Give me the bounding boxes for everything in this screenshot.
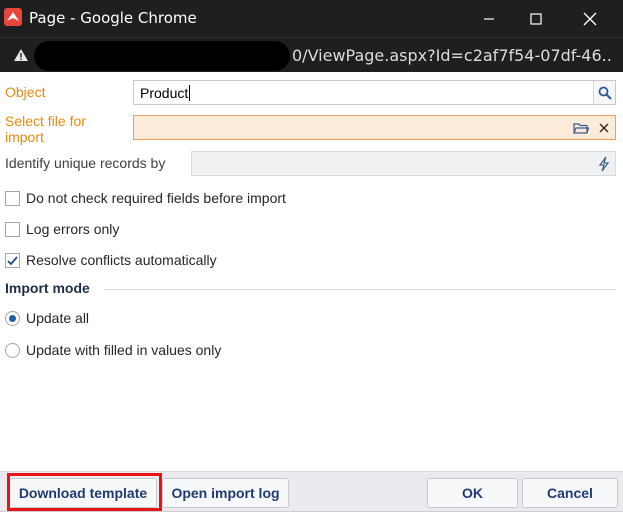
maximize-button[interactable] [513,0,559,37]
window-titlebar: Page - Google Chrome [0,0,623,37]
warning-icon [14,49,28,61]
checkmark-icon [7,255,18,265]
redacted-url-segment [34,41,290,71]
select-file-field[interactable] [133,115,616,140]
identify-label: Identify unique records by [5,155,166,171]
option-label: Log errors only [26,221,120,237]
option-label: Do not check required fields before impo… [26,190,286,206]
checkbox-resolve-conflicts[interactable] [5,252,20,268]
close-icon [583,12,597,25]
maximize-icon [530,12,542,25]
mode-update-all[interactable]: Update all [5,310,89,326]
option-resolve-conflicts[interactable]: Resolve conflicts automatically [5,252,217,268]
identify-picker-button[interactable] [593,152,615,175]
mode-label: Update with filled in values only [26,342,222,358]
app-logo-icon [4,8,22,26]
mode-update-filled[interactable]: Update with filled in values only [5,342,221,358]
browse-file-button[interactable] [570,116,592,139]
window-title: Page - Google Chrome [29,9,197,27]
select-file-label: Select file for import [5,113,86,145]
minimize-button[interactable] [466,0,512,37]
identify-field[interactable] [191,151,616,176]
open-import-log-button[interactable]: Open import log [162,478,289,508]
search-icon [598,86,612,100]
option-skip-required[interactable]: Do not check required fields before impo… [5,190,286,206]
cancel-button[interactable]: Cancel [522,478,618,508]
option-label: Resolve conflicts automatically [26,252,217,268]
highlight-box [7,473,162,511]
object-label: Object [5,84,46,100]
address-bar[interactable]: 0/ViewPage.aspx?Id=c2af7f54-07df-46... [0,37,623,72]
clear-x-icon [599,122,609,133]
radio-update-filled[interactable] [5,342,20,358]
minimize-icon [484,17,494,20]
import-mode-title: Import mode [5,280,90,296]
clear-file-button[interactable] [593,116,615,139]
ok-button[interactable]: OK [427,478,518,508]
close-window-button[interactable] [567,0,613,37]
checkbox-log-errors[interactable] [5,221,20,237]
lightning-icon [598,156,610,171]
radio-update-all[interactable] [5,310,20,326]
option-log-errors[interactable]: Log errors only [5,221,119,237]
folder-open-icon [573,122,589,134]
object-search-button[interactable] [593,81,615,104]
object-value: Product [140,85,191,101]
section-divider [104,289,616,290]
mode-label: Update all [26,310,90,326]
object-field[interactable]: Product [133,80,616,105]
url-text: 0/ViewPage.aspx?Id=c2af7f54-07df-46... [292,46,612,65]
checkbox-skip-required[interactable] [5,190,20,206]
page-bottom-strip [0,511,623,515]
